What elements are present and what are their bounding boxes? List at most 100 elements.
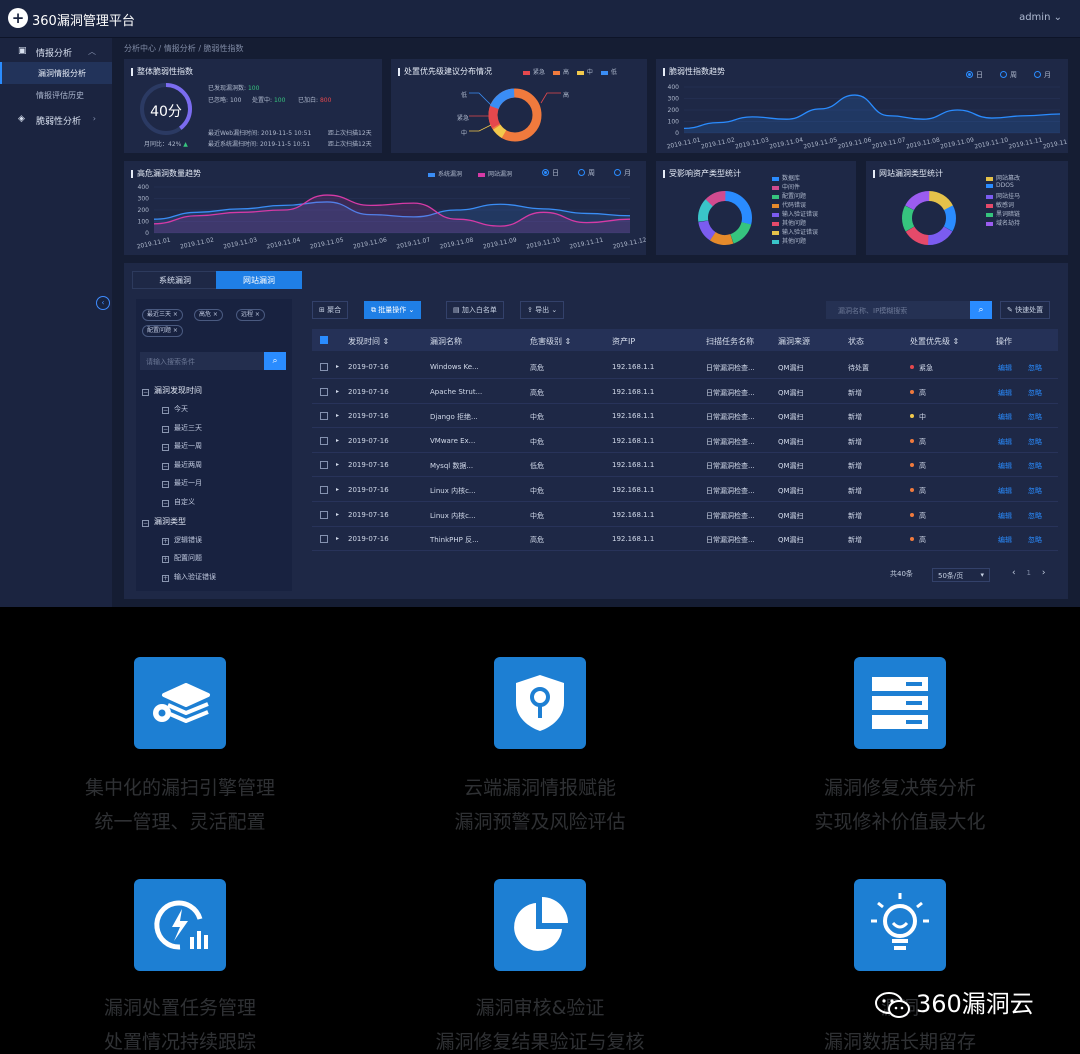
table-row[interactable]: ▸ 2019-07-16 ThinkPHP 反... 高危 192.168.1.1 日常漏… <box>312 527 1058 552</box>
tree-item[interactable]: + 逻辑错误 <box>162 535 202 545</box>
sidebar-group-vuln[interactable]: ◈ 脆弱性分析 › <box>0 110 112 130</box>
plus-box-icon: + <box>162 537 169 545</box>
current-page[interactable]: 1 <box>1026 569 1030 577</box>
sidebar-item-intel-analysis[interactable]: 漏洞情报分析 <box>0 62 112 84</box>
tree-item[interactable]: − 最近一周 <box>162 441 202 452</box>
search-icon[interactable]: ⌕ <box>970 301 992 319</box>
table-row[interactable]: ▸ 2019-07-16 VMware Ex... 中危 192.168.1.1 日常漏洞… <box>312 429 1058 453</box>
row-checkbox[interactable] <box>320 486 328 494</box>
ignore-link[interactable]: 忽略 <box>1028 461 1042 471</box>
sidebar-item-intel-history[interactable]: 情报评估历史 <box>0 84 112 106</box>
select-all-checkbox[interactable] <box>320 336 328 344</box>
expand-icon[interactable]: ▸ <box>336 535 339 542</box>
tree-group[interactable]: − 漏洞发现时间 <box>142 385 202 396</box>
table-row[interactable]: ▸ 2019-07-16 Linux 内核c... 中危 192.168.1.1 日常漏洞… <box>312 503 1058 527</box>
ignore-link[interactable]: 忽略 <box>1028 511 1042 521</box>
col-priority[interactable]: 处置优先级 ⇕ <box>910 336 959 347</box>
edit-link[interactable]: 编辑 <box>998 535 1012 545</box>
radio-day[interactable]: 日 <box>966 70 983 80</box>
prev-page-icon[interactable]: ‹ <box>1012 568 1016 578</box>
radio-week[interactable]: 周 <box>1000 70 1017 80</box>
table-row[interactable]: ▸ 2019-07-16 Linux 内核c... 中危 192.168.1.1 日常漏洞… <box>312 478 1058 502</box>
table-row[interactable]: ▸ 2019-07-16 Mysql 数据... 低危 192.168.1.1 日常漏洞检… <box>312 453 1058 478</box>
tab-web-vulns[interactable]: 网站漏洞 <box>216 271 302 289</box>
table-row[interactable]: ▸ 2019-07-16 Django 拒绝... 中危 192.168.1.1 日常漏洞… <box>312 404 1058 429</box>
expand-icon[interactable]: ▸ <box>336 363 339 370</box>
ignore-link[interactable]: 忽略 <box>1028 535 1042 545</box>
table-search-input[interactable]: 漏洞名称、IP模糊搜索 <box>826 301 970 319</box>
table-row[interactable]: ▸ 2019-07-16 Apache Strut... 高危 192.168.1.1 日… <box>312 380 1058 404</box>
edit-link[interactable]: 编辑 <box>998 461 1012 471</box>
tree-item[interactable]: − 最近三天 <box>162 423 202 433</box>
cell-ip: 192.168.1.1 <box>612 486 655 494</box>
edit-link[interactable]: 编辑 <box>998 412 1012 422</box>
filter-chip[interactable]: 高危 × <box>194 309 223 321</box>
plus-box-icon: + <box>162 556 169 564</box>
expand-icon[interactable]: ▸ <box>336 461 339 468</box>
edit-link[interactable]: 编辑 <box>998 437 1012 447</box>
watermark: 360漏洞云 <box>874 984 1034 1019</box>
expand-icon[interactable]: ▸ <box>336 437 339 444</box>
expand-icon[interactable]: ▸ <box>336 486 339 493</box>
collapse-sidebar-button[interactable]: ‹ <box>96 296 110 310</box>
sidebar-group-intel[interactable]: ▣ 情报分析 ︿ <box>0 42 112 62</box>
edit-link[interactable]: 编辑 <box>998 363 1012 373</box>
radio-week[interactable]: 周 <box>578 168 595 178</box>
y-tick-label: 200 <box>138 207 150 214</box>
cell-status: 新增 <box>848 487 862 495</box>
tree-item[interactable]: + 配置问题 <box>162 553 202 564</box>
filter-search-input[interactable]: 请输入搜索条件 <box>140 352 264 370</box>
ignore-link[interactable]: 忽略 <box>1028 412 1042 422</box>
filter-chip[interactable]: 最近三天 × <box>142 309 183 321</box>
tree-item[interactable]: − 自定义 <box>162 497 195 507</box>
card-title: 网站漏洞类型统计 <box>873 170 943 178</box>
collapse-icon: − <box>142 389 149 396</box>
ignore-link[interactable]: 忽略 <box>1028 363 1042 373</box>
edit-link[interactable]: 编辑 <box>998 388 1012 398</box>
tab-system-vulns[interactable]: 系统漏洞 <box>132 271 218 289</box>
row-checkbox[interactable] <box>320 363 328 371</box>
ignore-link[interactable]: 忽略 <box>1028 388 1042 398</box>
tree-item[interactable]: − 最近两周 <box>162 460 202 470</box>
expand-icon[interactable]: ▸ <box>336 511 339 518</box>
edit-link[interactable]: 编辑 <box>998 511 1012 521</box>
filter-chip[interactable]: 配置问题 × <box>142 325 183 337</box>
row-checkbox[interactable] <box>320 387 328 396</box>
whitelist-button[interactable]: ▤ 加入白名单 <box>446 301 504 319</box>
radio-day[interactable]: 日 <box>542 168 559 178</box>
table-row[interactable]: ▸ 2019-07-16 Windows Ke... 高危 192.168.1.1 日常漏… <box>312 355 1058 379</box>
filter-chip[interactable]: 远程 × <box>236 309 265 321</box>
tree-item[interactable]: + 输入验证错误 <box>162 572 216 582</box>
pagination-nav: ‹ 1 › <box>1012 568 1045 578</box>
tree-item[interactable]: − 最近一月 <box>162 478 202 489</box>
ignore-link[interactable]: 忽略 <box>1028 437 1042 447</box>
radio-month[interactable]: 月 <box>614 168 631 178</box>
next-page-icon[interactable]: › <box>1042 568 1046 578</box>
aggregate-button[interactable]: ⊞ 聚合 <box>312 301 349 319</box>
cell-source: QM漏扫 <box>778 413 804 422</box>
row-checkbox[interactable] <box>320 535 328 544</box>
top-bar: + 360漏洞管理平台 admin ⌄ <box>0 0 1080 38</box>
edit-link[interactable]: 编辑 <box>998 486 1012 496</box>
ignore-link[interactable]: 忽略 <box>1028 486 1042 496</box>
expand-icon[interactable]: ▸ <box>336 412 339 419</box>
tree-group[interactable]: − 漏洞类型 <box>142 516 186 527</box>
cell-source: QM漏扫 <box>778 462 804 471</box>
user-menu[interactable]: admin ⌄ <box>1019 12 1062 23</box>
page-size-select[interactable]: 50条/页 ▾ <box>932 568 990 582</box>
export-button[interactable]: ⇪ 导出 ⌄ <box>520 301 565 319</box>
col-found-time[interactable]: 发现时间 ⇕ <box>348 336 389 347</box>
tree-item[interactable]: − 今天 <box>162 404 188 414</box>
row-checkbox[interactable] <box>320 436 328 445</box>
legend-item: 配置问题 <box>772 191 806 200</box>
radio-month[interactable]: 月 <box>1034 70 1051 80</box>
quick-handle-button[interactable]: ✎ 快速处置 <box>1000 301 1051 319</box>
col-severity[interactable]: 危害级别 ⇕ <box>530 336 571 347</box>
cell-task: 日常漏洞检查... <box>706 364 755 372</box>
row-checkbox[interactable] <box>320 461 328 470</box>
row-checkbox[interactable] <box>320 510 328 519</box>
search-icon[interactable]: ⌕ <box>264 352 286 370</box>
expand-icon[interactable]: ▸ <box>336 388 339 395</box>
batch-ops-button[interactable]: ⧉ 批量操作 ⌄ <box>364 301 422 319</box>
row-checkbox[interactable] <box>320 412 328 421</box>
